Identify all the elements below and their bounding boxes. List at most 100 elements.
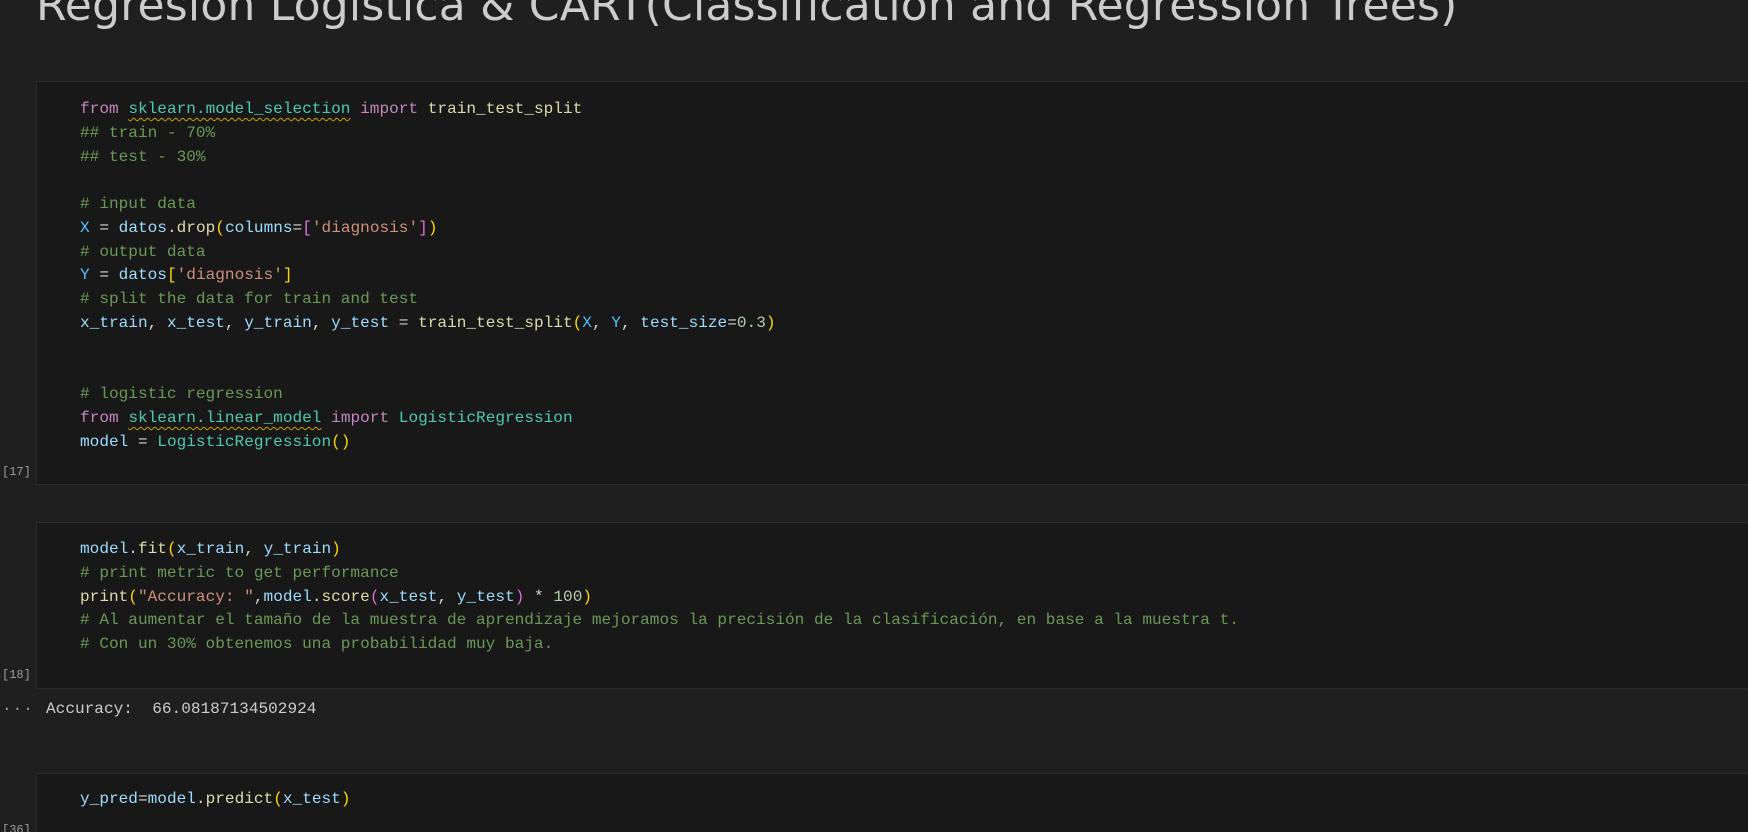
bracket: ) xyxy=(427,218,438,237)
number: 0.3 xyxy=(736,313,766,332)
code-comment: ## test - 30% xyxy=(80,147,206,166)
parameter: columns xyxy=(224,218,293,237)
operator: = xyxy=(89,218,119,237)
operator: = xyxy=(128,432,158,451)
code-comment: # output data xyxy=(80,242,206,261)
variable: Y xyxy=(611,313,621,332)
bracket: ) xyxy=(765,313,776,332)
code-line: y_pred=model.predict(x_test) xyxy=(80,790,351,808)
operator: , xyxy=(620,313,641,332)
operator: , xyxy=(224,313,245,332)
execution-count: [17] xyxy=(2,465,31,479)
string: 'diagnosis' xyxy=(176,266,283,285)
code-comment: # input data xyxy=(80,195,196,213)
string: "Accuracy: " xyxy=(137,587,254,606)
cell-output-text: Accuracy: 66.08187134502924 xyxy=(46,700,317,718)
code-comment: # Al aumentar el tamaño de la muestra de… xyxy=(80,611,1239,630)
code-editor[interactable]: model.fit(x_train, y_train) # print metri… xyxy=(80,538,1239,657)
variable: x_train xyxy=(80,313,148,332)
operator: * xyxy=(524,587,554,606)
module-name: sklearn.linear_model xyxy=(128,408,322,427)
keyword-from: from xyxy=(80,100,119,118)
code-line: Y = datos['diagnosis'] xyxy=(80,264,776,288)
bracket: () xyxy=(331,432,351,451)
bracket: ( xyxy=(215,218,225,237)
output-more-actions-button[interactable]: ··· xyxy=(2,700,34,718)
execution-count: [36] xyxy=(2,823,31,832)
variable: y_train xyxy=(244,313,312,332)
bracket: ( xyxy=(572,313,583,332)
variable: y_pred xyxy=(80,790,138,808)
bracket: ] xyxy=(418,218,428,237)
execution-count: [18] xyxy=(2,668,31,682)
code-editor[interactable]: y_pred=model.predict(x_test) xyxy=(80,788,351,812)
keyword-import: import xyxy=(360,100,419,118)
operator: , xyxy=(244,540,264,558)
bracket: [ xyxy=(166,266,177,285)
operator: = xyxy=(727,313,737,332)
code-cell-1[interactable]: from sklearn.model_selection import trai… xyxy=(36,81,1748,485)
function-name: predict xyxy=(205,790,274,808)
variable: model xyxy=(147,790,196,808)
string: 'diagnosis' xyxy=(311,218,419,237)
function-name: fit xyxy=(137,540,167,558)
code-line: model.fit(x_train, y_train) xyxy=(80,540,341,558)
code-comment: # split the data for train and test xyxy=(80,290,419,308)
variable: X xyxy=(80,218,90,237)
class-name: LogisticRegression xyxy=(157,432,332,451)
operator: , xyxy=(437,587,457,606)
code-comment: # print metric to get performance xyxy=(80,563,399,582)
variable: model xyxy=(80,540,129,558)
variable: y_test xyxy=(331,313,390,332)
code-line: model = LogisticRegression() xyxy=(80,431,776,455)
number: 100 xyxy=(553,587,583,606)
code-cell-2[interactable]: model.fit(x_train, y_train) # print metri… xyxy=(36,522,1748,689)
operator: , xyxy=(147,313,167,332)
variable: y_train xyxy=(263,540,332,558)
variable: x_test xyxy=(379,587,438,606)
notebook-markdown-heading: Regresión Logistica & CART(Classificatio… xyxy=(36,0,1458,31)
operator: = xyxy=(389,313,419,332)
code-line: from sklearn.model_selection import trai… xyxy=(80,98,776,122)
code-comment: # logistic regression xyxy=(80,385,283,403)
function-name: score xyxy=(321,587,370,606)
function-name: train_test_split xyxy=(427,100,583,118)
bracket: [ xyxy=(302,218,312,237)
variable: datos xyxy=(118,266,167,285)
code-line: print("Accuracy: ",model.score(x_test, y… xyxy=(80,587,593,606)
operator: = xyxy=(89,266,119,285)
variable: model xyxy=(263,587,312,606)
class-name: LogisticRegression xyxy=(398,408,573,427)
variable: x_train xyxy=(176,540,245,558)
function-name: drop xyxy=(176,218,216,237)
keyword-import: import xyxy=(331,408,390,427)
code-comment: ## train - 70% xyxy=(80,123,216,142)
code-line: from sklearn.linear_model import Logisti… xyxy=(80,407,776,431)
operator: = xyxy=(292,218,303,237)
operator: , xyxy=(253,587,264,606)
code-comment: # Con un 30% obtenemos una probabilidad … xyxy=(80,635,554,653)
variable: Y xyxy=(80,266,90,285)
function-name: print xyxy=(80,587,129,606)
code-line: X = datos.drop(columns=['diagnosis']) xyxy=(80,217,776,241)
keyword-from: from xyxy=(80,408,119,427)
operator: , xyxy=(311,313,332,332)
code-line: x_train, x_test, y_train, y_test = train… xyxy=(80,312,776,336)
operator: . xyxy=(166,218,177,237)
variable: X xyxy=(582,313,592,332)
parameter: test_size xyxy=(640,313,728,332)
bracket: ] xyxy=(282,266,293,285)
variable: model xyxy=(80,432,129,451)
variable: y_test xyxy=(456,587,515,606)
operator: = xyxy=(137,790,148,808)
code-editor[interactable]: from sklearn.model_selection import trai… xyxy=(80,98,776,454)
operator: , xyxy=(591,313,612,332)
variable: x_test xyxy=(166,313,225,332)
code-cell-3[interactable]: y_pred=model.predict(x_test) xyxy=(36,773,1748,832)
variable: x_test xyxy=(282,790,341,808)
variable: datos xyxy=(118,218,167,237)
module-name: sklearn.model_selection xyxy=(128,100,351,118)
